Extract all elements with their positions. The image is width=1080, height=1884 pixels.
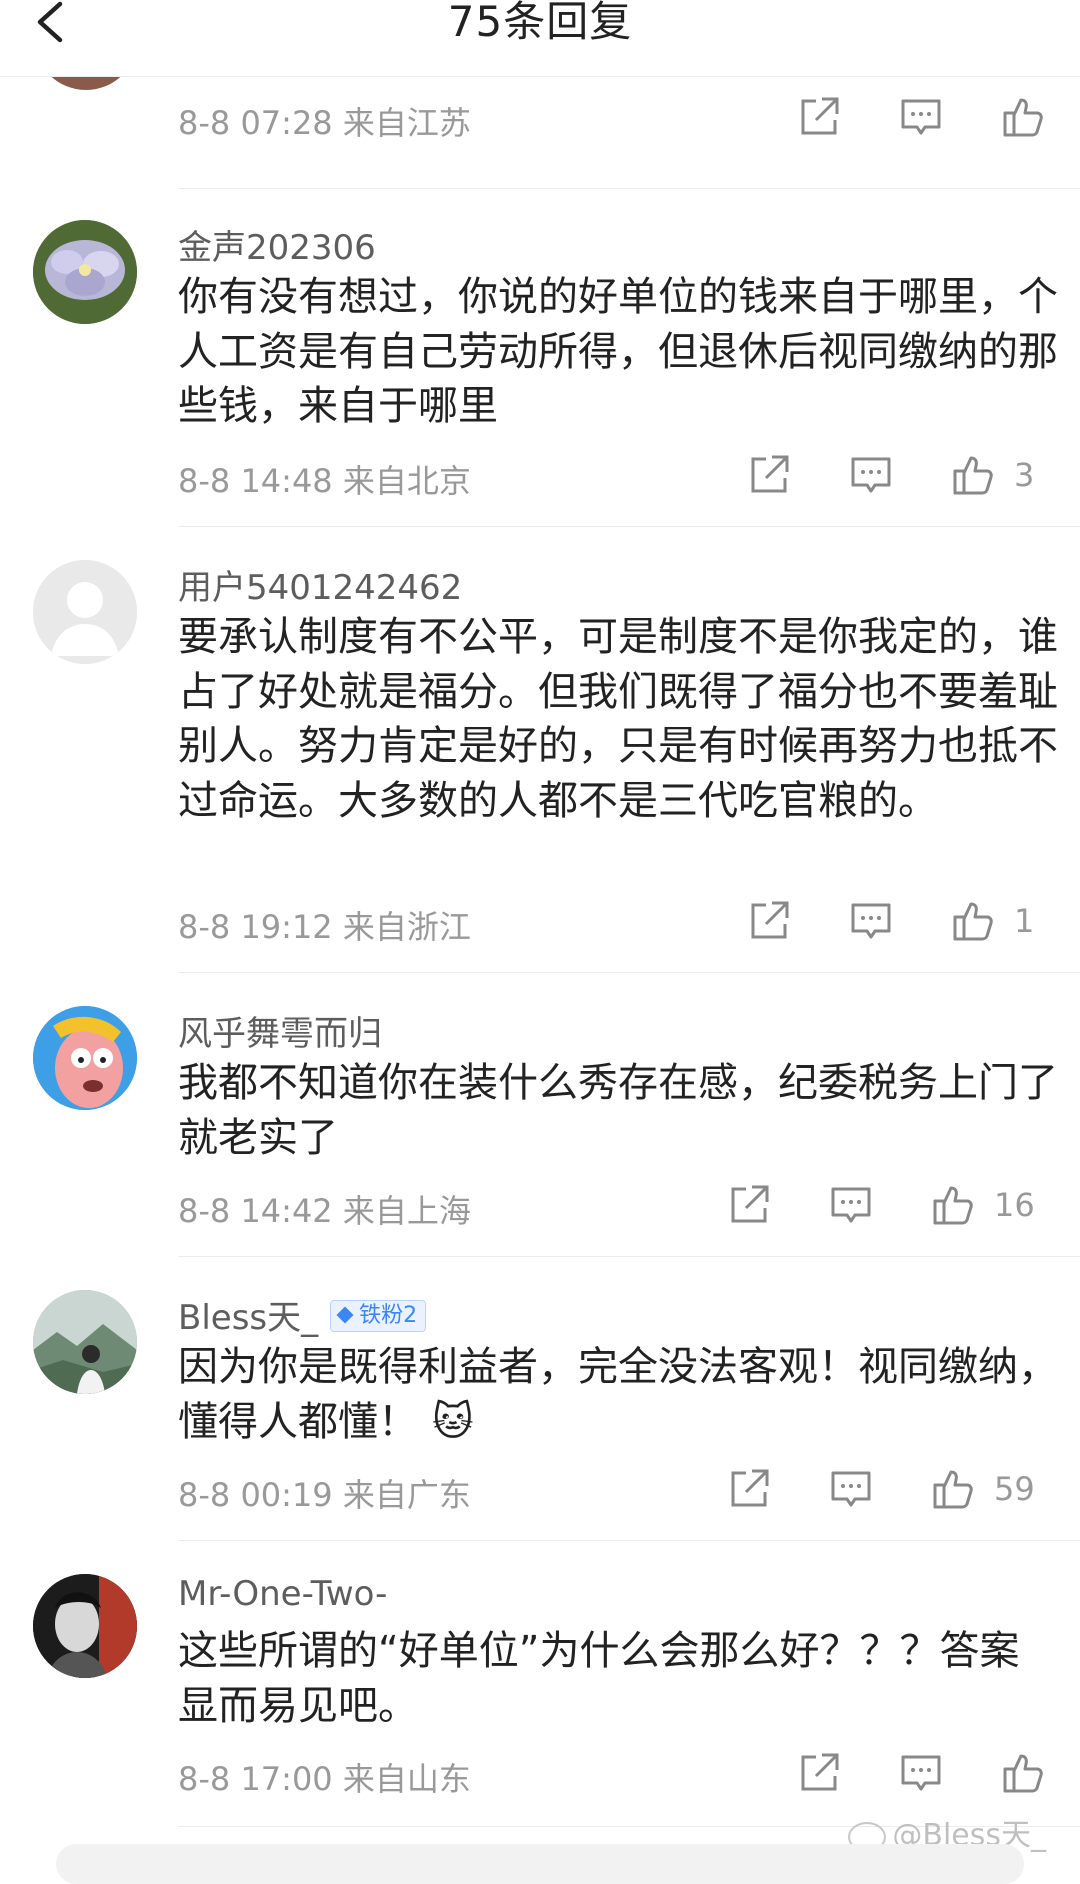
comment-icon [831,1471,871,1507]
avatar[interactable] [33,220,137,324]
like-button[interactable]: 59 [930,1466,1035,1512]
comment-date: 8-8 00:19 [178,1476,333,1514]
comment-date: 8-8 14:42 [178,1192,333,1230]
like-icon [953,902,993,941]
like-icon [953,456,993,495]
comment-actions: 16 [726,1182,1036,1232]
like-count: 3 [1014,456,1035,494]
comment-actions: 3 [746,452,1036,502]
comment-icon [831,1187,871,1223]
share-button[interactable] [726,1466,772,1512]
reply-button[interactable] [898,94,944,140]
comment-actions [796,1750,1046,1800]
like-button[interactable]: 3 [950,452,1034,498]
comment-location: 来自广东 [342,1476,471,1514]
comment-location: 来自上海 [342,1192,471,1230]
divider [178,188,1080,189]
comment-username[interactable]: 金声202306 [178,220,376,269]
portrait-avatar-image [33,1574,137,1678]
share-icon [731,1185,769,1223]
like-button[interactable] [1000,94,1046,140]
avatar[interactable] [33,560,137,664]
comment-username[interactable]: Mr-One-Two- [178,1574,387,1614]
comment-text: 要承认制度有不公平，可是制度不是你我定的，谁占了好处就是福分。但我们既得了福分也… [178,614,1058,824]
avatar[interactable] [33,1290,137,1394]
comment-actions [796,94,1046,144]
share-button[interactable] [726,1182,772,1228]
like-icon [1003,98,1043,137]
comment-meta: 8-8 19:12 来自浙江 [178,902,471,948]
share-button[interactable] [796,94,842,140]
comment-date: 8-8 07:28 [178,104,333,142]
landscape-avatar-image [33,1290,137,1394]
comment-date: 8-8 14:48 [178,462,333,500]
comment-username[interactable]: 用户5401242462 [178,560,462,609]
share-icon [751,455,789,493]
avatar[interactable] [33,1574,137,1678]
comment-text: 我都不知道你在装什么秀存在感，纪委税务上门了就老实了 [178,1060,1058,1161]
divider [178,526,1080,527]
comment-location: 来自江苏 [342,104,471,142]
reply-button[interactable] [898,1750,944,1796]
comment-text: 因为你是既得利益者，完全没法客观！视同缴纳，懂得人都懂！ 🐱 [178,1340,1058,1449]
comment-meta: 8-8 00:19 来自广东 [178,1470,471,1516]
top-bar: 75条回复 [0,0,1080,77]
reply-button[interactable] [828,1182,874,1228]
comment-location: 来自北京 [342,462,471,500]
like-count: 1 [1014,902,1035,940]
like-button[interactable] [1000,1750,1046,1796]
comment-meta: 8-8 14:48 来自北京 [178,456,471,502]
share-button[interactable] [746,452,792,498]
comment-username[interactable]: 风乎舞雩而归 [178,1006,382,1055]
comment-date: 8-8 19:12 [178,908,333,946]
comment-meta: 8-8 14:42 来自上海 [178,1186,471,1232]
share-button[interactable] [796,1750,842,1796]
divider [178,1256,1080,1257]
reply-button[interactable] [848,452,894,498]
divider [178,1540,1080,1541]
diamond-icon [336,1306,354,1323]
share-icon [731,1469,769,1507]
like-icon [1003,1754,1043,1793]
like-button[interactable]: 1 [950,898,1034,944]
comment-username[interactable]: Bless天_ 铁粉2 [178,1290,427,1339]
comment-actions: 1 [746,898,1036,948]
username-text: Bless天_ [178,1298,319,1338]
flower-avatar-image [33,220,137,324]
comment-meta: 8-8 17:00 来自山东 [178,1754,471,1800]
share-button[interactable] [746,898,792,944]
like-count: 59 [994,1470,1035,1508]
page-title: 75条回复 [447,0,633,46]
comment-icon [901,1755,941,1791]
comment-icon [851,903,891,939]
comment-actions: 59 [726,1466,1036,1516]
reply-button[interactable] [828,1466,874,1512]
comment-text: 你有没有想过，你说的好单位的钱来自于哪里，个人工资是有自己劳动所得，但退休后视同… [178,274,1058,429]
default-user-avatar-image [33,560,137,664]
comment-location: 来自山东 [342,1760,471,1798]
avatar[interactable] [33,1006,137,1110]
comment-icon [851,457,891,493]
like-icon [933,1470,973,1509]
comment-date: 8-8 17:00 [178,1760,333,1798]
share-icon [801,1753,839,1791]
comment-meta: 8-8 07:28 来自江苏 [178,98,471,144]
share-icon [801,97,839,135]
comment-icon [901,99,941,135]
cat-emoji-icon: 🐱 [432,1398,474,1445]
like-icon [933,1186,973,1225]
reply-button[interactable] [848,898,894,944]
like-button[interactable]: 16 [930,1182,1035,1228]
comment-location: 来自浙江 [342,908,471,946]
reply-input-bar[interactable] [56,1844,1024,1884]
cartoon-avatar-image [33,1006,137,1110]
fan-badge-label: 铁粉2 [359,1302,418,1328]
fan-badge[interactable]: 铁粉2 [330,1299,427,1332]
comment-text: 这些所谓的“好单位”为什么会那么好？？？答案显而易见吧。 [178,1628,1020,1729]
divider [178,972,1080,973]
share-icon [751,901,789,939]
like-count: 16 [994,1186,1035,1224]
comment-text-body: 因为你是既得利益者，完全没法客观！视同缴纳，懂得人都懂！ [178,1344,1058,1445]
